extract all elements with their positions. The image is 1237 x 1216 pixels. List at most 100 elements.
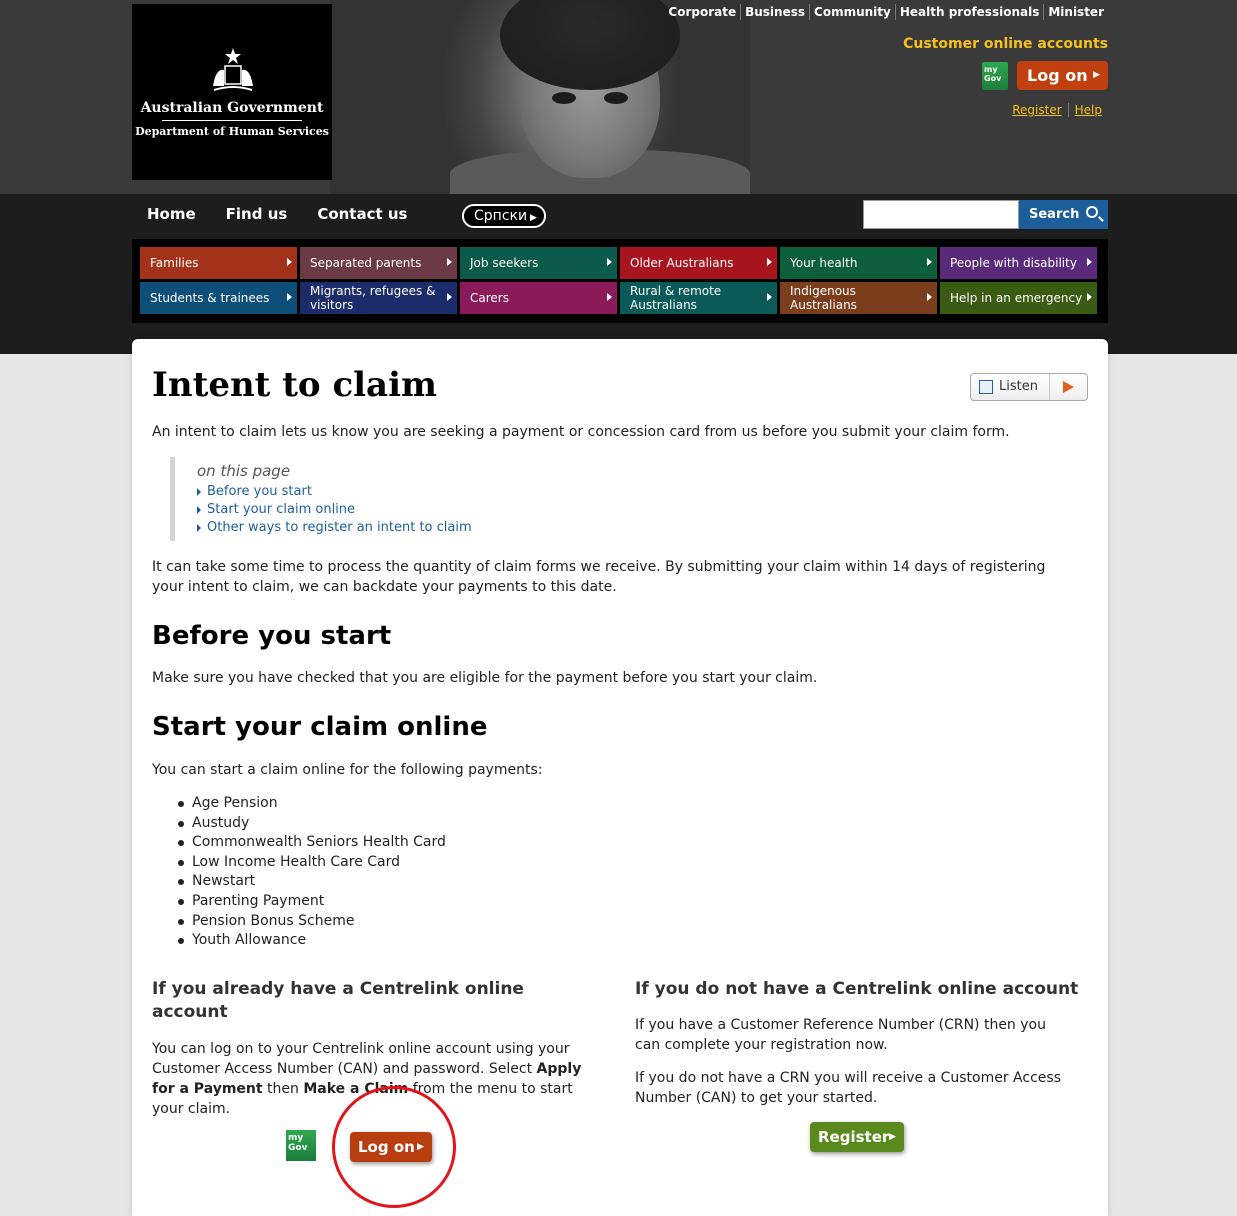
nav-find-us[interactable]: Find us: [226, 205, 288, 223]
search-input[interactable]: [863, 200, 1019, 229]
utility-link-health-professionals[interactable]: Health professionals: [894, 4, 1044, 20]
category-label: Rural & remote Australians: [630, 284, 722, 312]
government-logo[interactable]: Australian Government Department of Huma…: [132, 4, 332, 180]
before-you-start-text: Make sure you have checked that you are …: [152, 670, 818, 686]
have-account-heading: If you already have a Centrelink online …: [152, 979, 524, 1022]
page-title: Intent to claim: [152, 365, 437, 405]
chevron-right-icon: [927, 293, 932, 301]
start-claim-text: You can start a claim online for the fol…: [152, 762, 543, 778]
crn-text: If you have a Customer Reference Number …: [635, 1017, 1046, 1053]
mygov-logo-icon: my Gov: [286, 1130, 316, 1161]
chevron-right-icon: [1087, 258, 1092, 266]
category-students-trainees[interactable]: Students & trainees: [140, 282, 297, 314]
header-logon-label: Log on: [1027, 66, 1088, 85]
nav-contact-us[interactable]: Contact us: [317, 205, 407, 223]
listen-button[interactable]: Listen: [970, 373, 1088, 401]
logo-department-text: Department of Human Services: [135, 125, 329, 138]
category-help-in-an-emergency[interactable]: Help in an emergency: [940, 282, 1097, 314]
category-separated-parents[interactable]: Separated parents: [300, 247, 457, 279]
category-label: Help in an emergency: [950, 291, 1083, 305]
before-you-start-heading: Before you start: [152, 621, 392, 651]
play-icon: [1063, 381, 1074, 393]
category-label: Separated parents: [310, 256, 422, 270]
search-icon: [1086, 206, 1098, 218]
chevron-right-icon: [927, 258, 932, 266]
on-this-page-box: on this page Before you start Start your…: [170, 457, 570, 541]
otp-link-before-you-start[interactable]: Before you start: [197, 483, 570, 501]
register-label: Register: [818, 1128, 890, 1146]
category-rural-remote-australians[interactable]: Rural & remote Australians: [620, 282, 777, 314]
processing-paragraph: It can take some time to process the qua…: [152, 559, 1046, 595]
list-item: Commonwealth Seniors Health Card: [178, 833, 446, 853]
category-label: Older Australians: [630, 256, 734, 270]
coat-of-arms-icon: [213, 48, 253, 91]
list-item: Austudy: [178, 814, 446, 834]
register-help-links: Register Help: [1006, 103, 1108, 117]
category-job-seekers[interactable]: Job seekers: [460, 247, 617, 279]
help-link[interactable]: Help: [1067, 103, 1108, 117]
chevron-right-icon: ▶: [1093, 70, 1100, 80]
chevron-right-icon: [607, 258, 612, 266]
no-crn-text: If you do not have a CRN you will receiv…: [635, 1070, 1061, 1106]
list-item: Newstart: [178, 872, 446, 892]
category-your-health[interactable]: Your health: [780, 247, 937, 279]
speaker-icon: [979, 380, 993, 394]
language-button[interactable]: Српски ▶: [462, 204, 546, 228]
chevron-right-icon: [767, 293, 772, 301]
header-logon-button[interactable]: Log on ▶: [1017, 61, 1108, 90]
customer-accounts-title: Customer online accounts: [903, 36, 1108, 52]
category-label: Your health: [790, 256, 858, 270]
list-item: Age Pension: [178, 794, 446, 814]
category-grid: Families Separated parents Job seekers O…: [132, 239, 1108, 323]
search-button-label: Search: [1029, 207, 1080, 222]
hero-photo: [330, 0, 750, 210]
intro-paragraph: An intent to claim lets us know you are …: [152, 424, 1010, 440]
nav-home[interactable]: Home: [147, 205, 196, 223]
list-item: Low Income Health Care Card: [178, 853, 446, 873]
chevron-right-icon: ▶: [889, 1132, 896, 1142]
category-carers[interactable]: Carers: [460, 282, 617, 314]
category-families[interactable]: Families: [140, 247, 297, 279]
chevron-right-icon: [607, 293, 612, 301]
utility-nav: Corporate Business Community Health prof…: [664, 4, 1108, 20]
mygov-logo-icon: my Gov: [982, 62, 1008, 90]
chevron-right-icon: [287, 293, 292, 301]
no-account-heading: If you do not have a Centrelink online a…: [635, 979, 1079, 999]
category-label: Families: [150, 256, 199, 270]
utility-link-corporate[interactable]: Corporate: [664, 4, 740, 20]
listen-label: Listen: [999, 379, 1038, 394]
list-item: Youth Allowance: [178, 931, 446, 951]
payments-list: Age Pension Austudy Commonwealth Seniors…: [178, 794, 446, 951]
on-this-page-heading: on this page: [197, 462, 291, 480]
otp-link-start-claim-online[interactable]: Start your claim online: [197, 501, 570, 519]
utility-link-business[interactable]: Business: [740, 4, 809, 20]
category-label: Migrants, refugees & visitors: [310, 284, 436, 312]
search-button[interactable]: Search: [1019, 200, 1108, 229]
list-item: Pension Bonus Scheme: [178, 912, 446, 932]
language-label: Српски: [474, 208, 528, 224]
category-older-australians[interactable]: Older Australians: [620, 247, 777, 279]
logo-government-text: Australian Government: [140, 100, 324, 116]
chevron-right-icon: [447, 258, 452, 266]
chevron-right-icon: ▶: [527, 213, 537, 223]
main-content: Intent to claim Listen An intent to clai…: [132, 339, 1108, 1216]
chevron-right-icon: [767, 258, 772, 266]
otp-link-other-ways[interactable]: Other ways to register an intent to clai…: [197, 519, 570, 537]
category-label: People with disability: [950, 256, 1077, 270]
category-label: Students & trainees: [150, 291, 270, 305]
utility-link-community[interactable]: Community: [809, 4, 895, 20]
category-people-with-disability[interactable]: People with disability: [940, 247, 1097, 279]
utility-link-minister[interactable]: Minister: [1043, 4, 1108, 20]
register-link[interactable]: Register: [1006, 103, 1067, 117]
category-indigenous-australians[interactable]: Indigenous Australians: [780, 282, 937, 314]
chevron-right-icon: [287, 258, 292, 266]
main-nav: Home Find us Contact us: [147, 205, 408, 223]
start-claim-heading: Start your claim online: [152, 712, 488, 742]
chevron-right-icon: [1087, 293, 1092, 301]
chevron-right-icon: [447, 293, 452, 301]
list-item: Parenting Payment: [178, 892, 446, 912]
category-label: Job seekers: [470, 256, 539, 270]
category-migrants-refugees-visitors[interactable]: Migrants, refugees & visitors: [300, 282, 457, 314]
category-label: Indigenous Australians: [790, 284, 857, 312]
register-button[interactable]: Register ▶: [810, 1122, 904, 1152]
